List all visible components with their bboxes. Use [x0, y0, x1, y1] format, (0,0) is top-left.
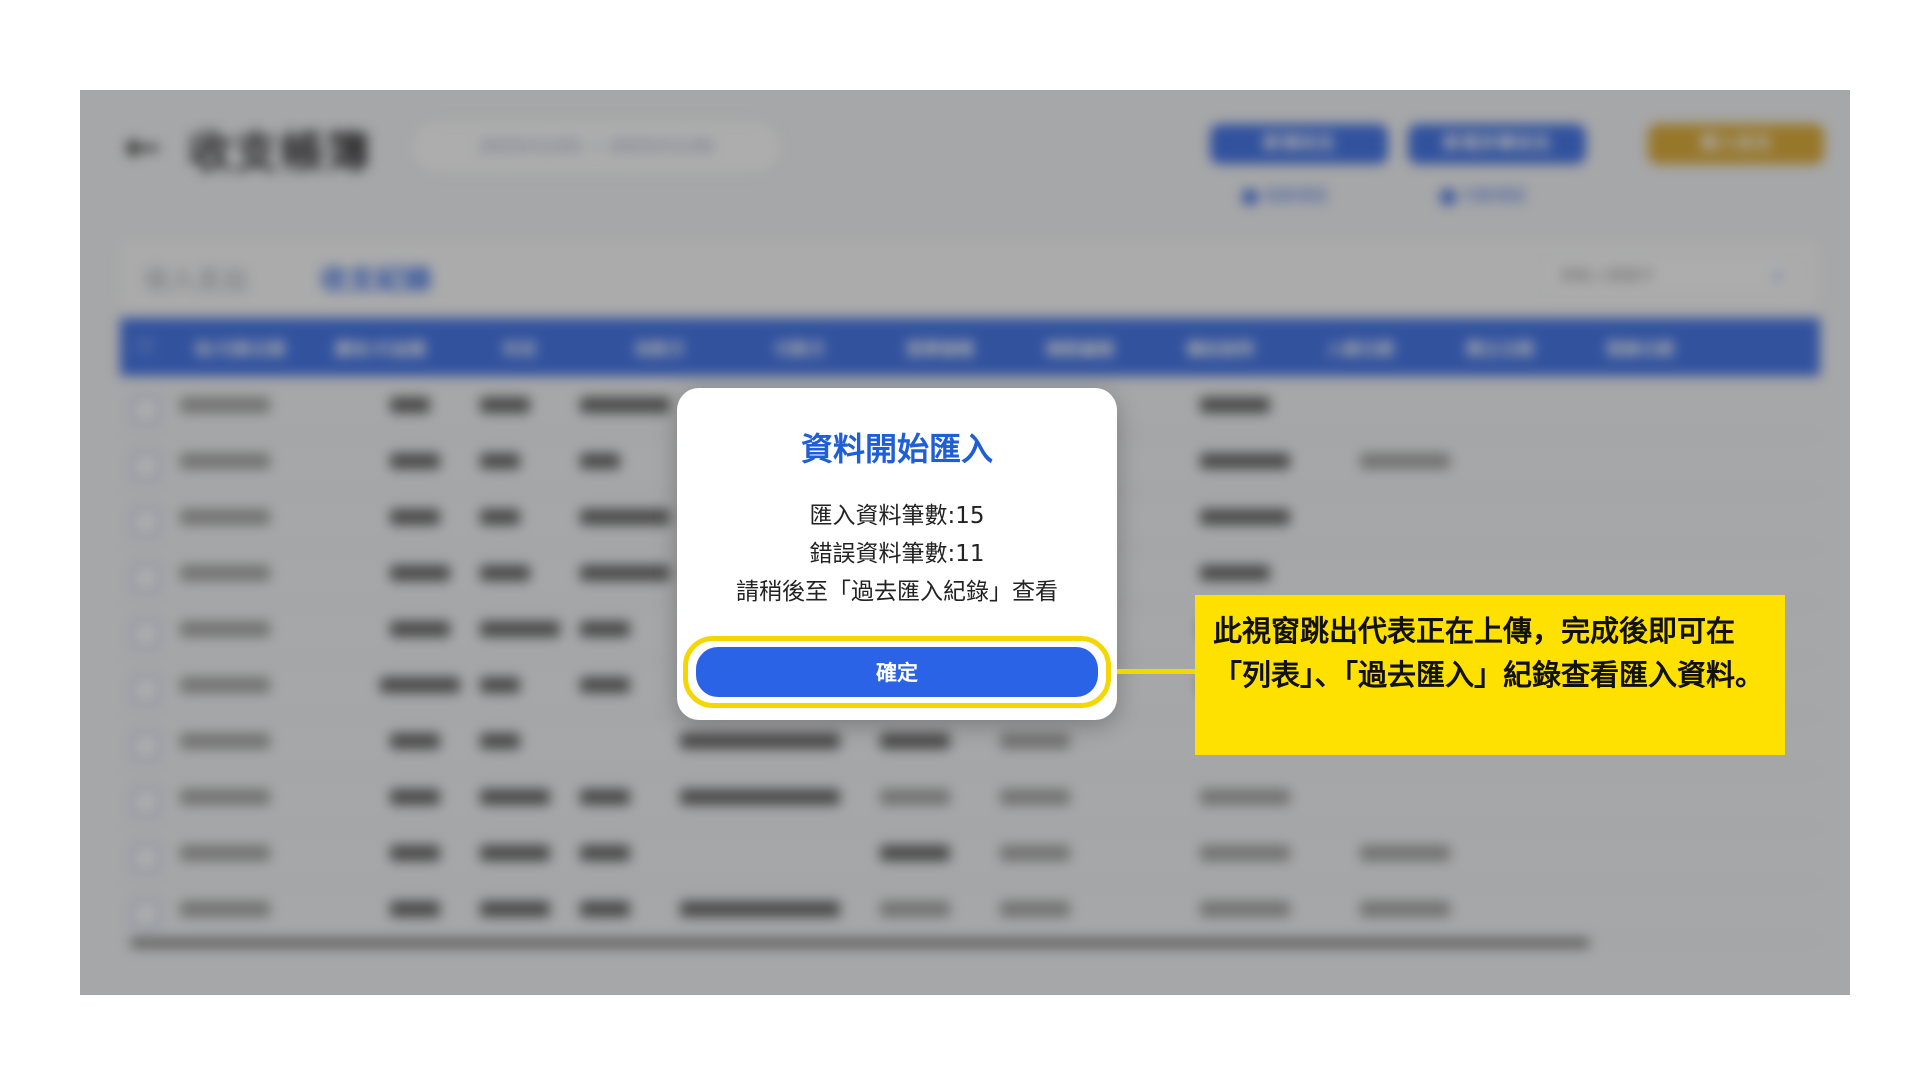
annotation-callout: 此視窗跳出代表正在上傳，完成後即可在「列表」、「過去匯入」紀錄查看匯入資料。 — [1195, 595, 1785, 755]
import-count-text: 匯入資料筆數:15 — [809, 503, 985, 529]
error-count-text: 錯誤資料筆數:11 — [809, 541, 985, 567]
import-started-dialog: 資料開始匯入 匯入資料筆數:15 錯誤資料筆數:11 請稍後至「過去匯入紀錄」查… — [677, 388, 1117, 720]
check-records-hint: 請稍後至「過去匯入紀錄」查看 — [736, 579, 1058, 605]
dialog-title: 資料開始匯入 — [800, 430, 993, 468]
callout-connector — [1117, 669, 1195, 674]
ok-button-highlight: 確定 — [683, 636, 1111, 708]
confirm-button[interactable]: 確定 — [696, 647, 1098, 697]
